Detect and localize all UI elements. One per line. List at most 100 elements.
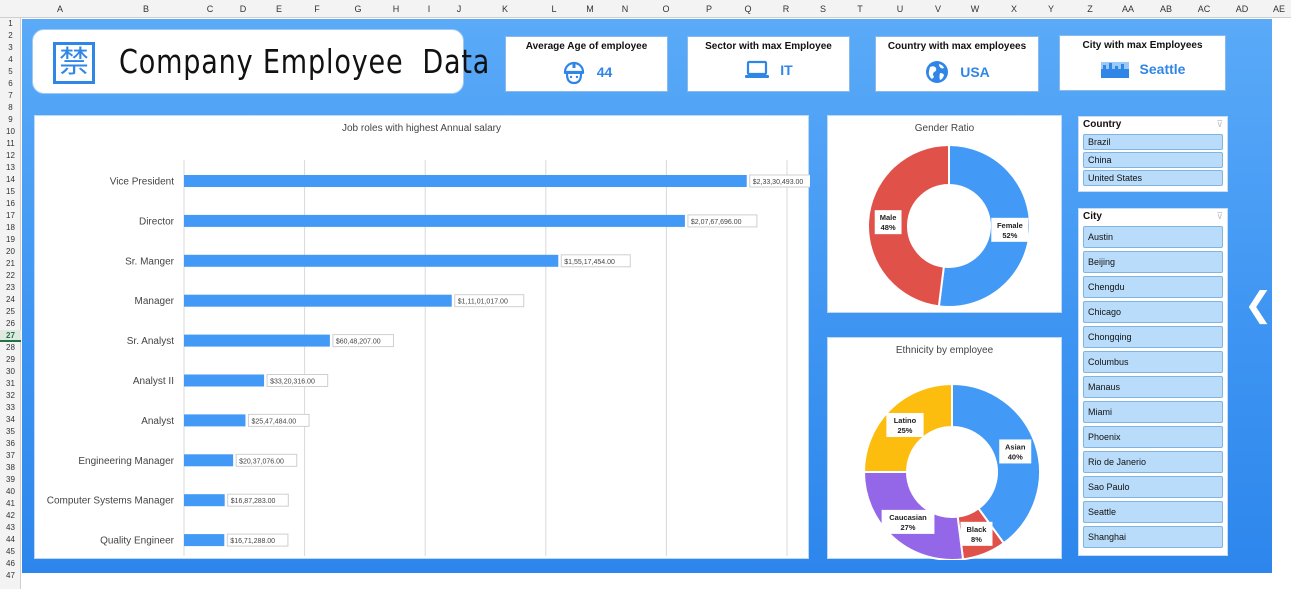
column-label[interactable]: S: [820, 0, 826, 18]
row-label[interactable]: 36: [0, 438, 21, 450]
row-label[interactable]: 13: [0, 162, 21, 174]
row-label[interactable]: 39: [0, 474, 21, 486]
column-label[interactable]: AB: [1160, 0, 1172, 18]
row-label[interactable]: 32: [0, 390, 21, 402]
row-label[interactable]: 46: [0, 558, 21, 570]
column-label[interactable]: A: [57, 0, 63, 18]
column-label[interactable]: O: [662, 0, 669, 18]
column-label[interactable]: W: [971, 0, 980, 18]
row-label[interactable]: 12: [0, 150, 21, 162]
row-label[interactable]: 35: [0, 426, 21, 438]
column-label[interactable]: G: [354, 0, 361, 18]
slicer-item[interactable]: Columbus: [1083, 351, 1223, 373]
row-label[interactable]: 21: [0, 258, 21, 270]
row-label[interactable]: 14: [0, 174, 21, 186]
slicer-item[interactable]: United States: [1083, 170, 1223, 186]
row-label[interactable]: 15: [0, 186, 21, 198]
row-label[interactable]: 25: [0, 306, 21, 318]
row-label[interactable]: 1: [0, 18, 21, 30]
column-label[interactable]: K: [502, 0, 508, 18]
chevron-left-icon[interactable]: ❮: [1244, 285, 1273, 325]
row-label[interactable]: 37: [0, 450, 21, 462]
column-label[interactable]: F: [314, 0, 320, 18]
bar[interactable]: [184, 214, 685, 227]
slicer-item[interactable]: Chengdu: [1083, 276, 1223, 298]
slicer-item[interactable]: Beijing: [1083, 251, 1223, 273]
row-label[interactable]: 4: [0, 54, 21, 66]
row-label[interactable]: 40: [0, 486, 21, 498]
slicer-item[interactable]: Manaus: [1083, 376, 1223, 398]
column-label[interactable]: U: [897, 0, 904, 18]
column-label[interactable]: B: [143, 0, 149, 18]
slicer-item[interactable]: Chongqing: [1083, 326, 1223, 348]
column-label[interactable]: E: [276, 0, 282, 18]
column-label[interactable]: N: [622, 0, 629, 18]
bar[interactable]: [184, 374, 265, 387]
column-label[interactable]: X: [1011, 0, 1017, 18]
row-label[interactable]: 44: [0, 534, 21, 546]
row-label[interactable]: 9: [0, 114, 21, 126]
row-label[interactable]: 29: [0, 354, 21, 366]
row-label[interactable]: 41: [0, 498, 21, 510]
row-label[interactable]: 17: [0, 210, 21, 222]
row-label[interactable]: 11: [0, 138, 21, 150]
column-label[interactable]: H: [393, 0, 400, 18]
column-label[interactable]: I: [428, 0, 431, 18]
column-label[interactable]: R: [783, 0, 790, 18]
bar[interactable]: [184, 534, 225, 547]
clear-filter-icon[interactable]: ⊽: [1216, 211, 1223, 222]
row-label[interactable]: 42: [0, 510, 21, 522]
row-label[interactable]: 26: [0, 318, 21, 330]
row-label[interactable]: 27: [0, 330, 21, 342]
row-label[interactable]: 33: [0, 402, 21, 414]
column-label[interactable]: P: [706, 0, 712, 18]
column-label[interactable]: AA: [1122, 0, 1134, 18]
row-label[interactable]: 30: [0, 366, 21, 378]
slicer-item[interactable]: China: [1083, 152, 1223, 168]
column-label[interactable]: Y: [1048, 0, 1054, 18]
row-label[interactable]: 23: [0, 282, 21, 294]
clear-filter-icon[interactable]: ⊽: [1216, 119, 1223, 130]
slicer-item[interactable]: Austin: [1083, 226, 1223, 248]
column-label[interactable]: Z: [1087, 0, 1093, 18]
row-label[interactable]: 5: [0, 66, 21, 78]
row-label[interactable]: 6: [0, 78, 21, 90]
slicer-item[interactable]: Miami: [1083, 401, 1223, 423]
slicer-item[interactable]: Rio de Janerio: [1083, 451, 1223, 473]
bar[interactable]: [184, 334, 330, 347]
column-label[interactable]: J: [457, 0, 462, 18]
row-label[interactable]: 8: [0, 102, 21, 114]
slicer-item[interactable]: Sao Paulo: [1083, 476, 1223, 498]
column-label[interactable]: AC: [1198, 0, 1211, 18]
row-label[interactable]: 31: [0, 378, 21, 390]
row-label[interactable]: 16: [0, 198, 21, 210]
bar[interactable]: [184, 175, 747, 187]
slicer-item[interactable]: Shanghai: [1083, 526, 1223, 548]
row-label[interactable]: 18: [0, 222, 21, 234]
column-label[interactable]: V: [935, 0, 941, 18]
column-label[interactable]: AE: [1273, 0, 1285, 18]
row-label[interactable]: 2: [0, 30, 21, 42]
bar[interactable]: [184, 494, 225, 507]
column-label[interactable]: L: [551, 0, 556, 18]
row-label[interactable]: 34: [0, 414, 21, 426]
row-label[interactable]: 38: [0, 462, 21, 474]
bar[interactable]: [184, 294, 452, 307]
row-label[interactable]: 47: [0, 570, 21, 582]
bar[interactable]: [184, 254, 559, 267]
bar[interactable]: [184, 414, 246, 427]
row-label[interactable]: 7: [0, 90, 21, 102]
slicer-item[interactable]: Phoenix: [1083, 426, 1223, 448]
column-label[interactable]: AD: [1236, 0, 1249, 18]
row-label[interactable]: 20: [0, 246, 21, 258]
column-label[interactable]: D: [240, 0, 247, 18]
column-label[interactable]: C: [207, 0, 214, 18]
row-label[interactable]: 24: [0, 294, 21, 306]
slicer-item[interactable]: Brazil: [1083, 134, 1223, 150]
row-label[interactable]: 43: [0, 522, 21, 534]
row-label[interactable]: 28: [0, 342, 21, 354]
column-label[interactable]: T: [857, 0, 863, 18]
slicer-item[interactable]: Chicago: [1083, 301, 1223, 323]
row-label[interactable]: 45: [0, 546, 21, 558]
column-label[interactable]: M: [586, 0, 594, 18]
